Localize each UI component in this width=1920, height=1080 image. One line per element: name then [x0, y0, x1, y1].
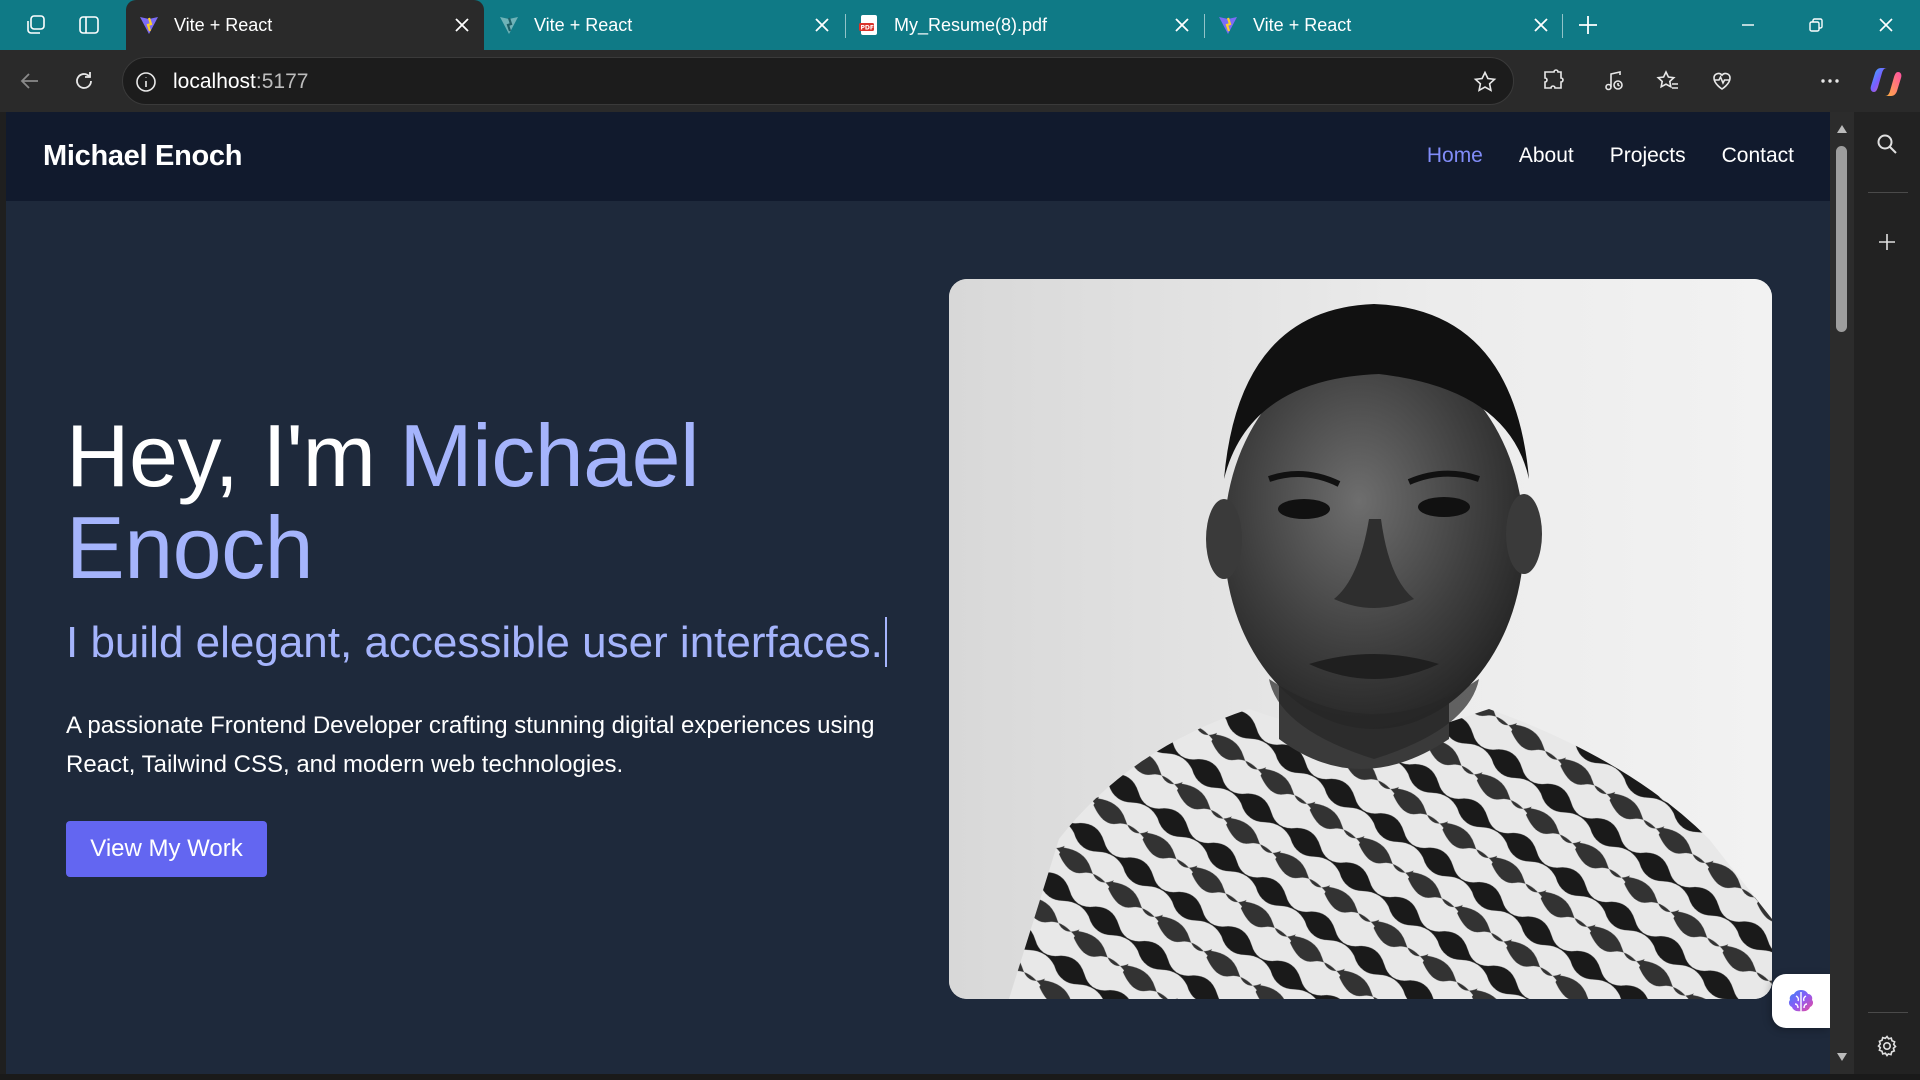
browser-toolbar: localhost:5177	[0, 50, 1920, 150]
refresh-icon[interactable]	[66, 63, 102, 99]
nav-projects[interactable]: Projects	[1610, 144, 1686, 168]
page-scrollbar[interactable]	[1830, 112, 1854, 1074]
favorite-star-icon[interactable]	[1471, 68, 1499, 96]
typing-caret	[884, 617, 887, 667]
site-nav-links: Home About Projects Contact	[1427, 144, 1794, 168]
floating-ai-assistant-button[interactable]	[1772, 974, 1830, 1028]
vite-logo-icon	[1217, 14, 1239, 36]
tab-4[interactable]: Vite + React	[1205, 0, 1563, 50]
favorites-icon[interactable]	[1650, 63, 1686, 99]
hero-description: A passionate Frontend Developer crafting…	[66, 712, 875, 778]
search-icon[interactable]	[1869, 126, 1905, 162]
tab-title: Vite + React	[534, 14, 633, 35]
tab-title: Vite + React	[174, 14, 273, 35]
vertical-tabs-icon[interactable]	[73, 9, 105, 41]
scroll-up-arrow-icon[interactable]	[1835, 122, 1849, 136]
view-my-work-button[interactable]: View My Work	[66, 821, 267, 877]
workspaces-icon[interactable]	[20, 9, 52, 41]
side-panel-divider	[1868, 1012, 1908, 1013]
tab-strip: Vite + React Vite + React PDF My_Resume(…	[0, 0, 1920, 50]
portrait-illustration	[949, 279, 1772, 999]
url-host: localhost	[173, 70, 256, 93]
new-tab-button[interactable]	[1572, 9, 1604, 41]
tab-separator	[1562, 14, 1563, 38]
minimize-button[interactable]	[1714, 0, 1782, 50]
hero-greeting: Hey, I'm	[66, 406, 376, 505]
site-brand[interactable]: Michael Enoch	[43, 140, 242, 173]
add-icon[interactable]	[1869, 224, 1905, 260]
hero-subtitle: I build elegant, accessible user interfa…	[66, 617, 887, 668]
url-text: localhost:5177	[173, 70, 308, 94]
settings-gear-icon[interactable]	[1869, 1028, 1905, 1064]
close-window-button[interactable]	[1852, 0, 1920, 50]
site-info-icon[interactable]	[133, 69, 159, 95]
back-arrow-icon[interactable]	[12, 63, 48, 99]
url-port: :5177	[255, 70, 309, 93]
hero-name-first: Michael	[399, 406, 700, 505]
tab-title: My_Resume(8).pdf	[894, 14, 1048, 35]
hero-subtitle-text: I build elegant, accessible user interfa…	[66, 618, 883, 667]
browser-essentials-icon[interactable]	[1704, 63, 1740, 99]
address-bar[interactable]: localhost:5177	[122, 57, 1514, 105]
read-aloud-icon[interactable]	[1596, 63, 1632, 99]
tab-1[interactable]: Vite + React	[126, 0, 484, 50]
tab-3[interactable]: PDF My_Resume(8).pdf	[846, 0, 1204, 50]
copilot-icon[interactable]	[1866, 62, 1906, 102]
side-panel-divider	[1868, 192, 1908, 193]
browser-side-panel	[1854, 112, 1920, 1074]
vite-logo-icon	[138, 14, 160, 36]
close-tab-icon[interactable]	[450, 13, 474, 37]
extensions-icon[interactable]	[1536, 63, 1572, 99]
svg-text:PDF: PDF	[861, 25, 874, 32]
window-bottom-edge	[0, 1074, 1920, 1080]
vite-logo-icon	[498, 14, 520, 36]
close-tab-icon[interactable]	[810, 13, 834, 37]
scrollbar-thumb[interactable]	[1836, 146, 1847, 332]
nav-contact[interactable]: Contact	[1722, 144, 1794, 168]
nav-home[interactable]: Home	[1427, 144, 1483, 168]
scroll-down-arrow-icon[interactable]	[1835, 1050, 1849, 1064]
nav-about[interactable]: About	[1519, 144, 1574, 168]
profile-photo	[949, 279, 1772, 999]
site-navbar: Michael Enoch Home About Projects Contac…	[6, 112, 1830, 201]
restore-button[interactable]	[1782, 0, 1850, 50]
tab-title: Vite + React	[1253, 14, 1352, 35]
close-tab-icon[interactable]	[1529, 13, 1553, 37]
hero-title: Hey, I'm Michael Enoch	[66, 410, 886, 594]
tab-2[interactable]: Vite + React	[486, 0, 844, 50]
pdf-icon: PDF	[858, 14, 880, 36]
more-options-icon[interactable]	[1812, 63, 1848, 99]
web-page-viewport: Michael Enoch Home About Projects Contac…	[6, 112, 1830, 1074]
hero-name-last: Enoch	[66, 498, 314, 597]
close-tab-icon[interactable]	[1170, 13, 1194, 37]
